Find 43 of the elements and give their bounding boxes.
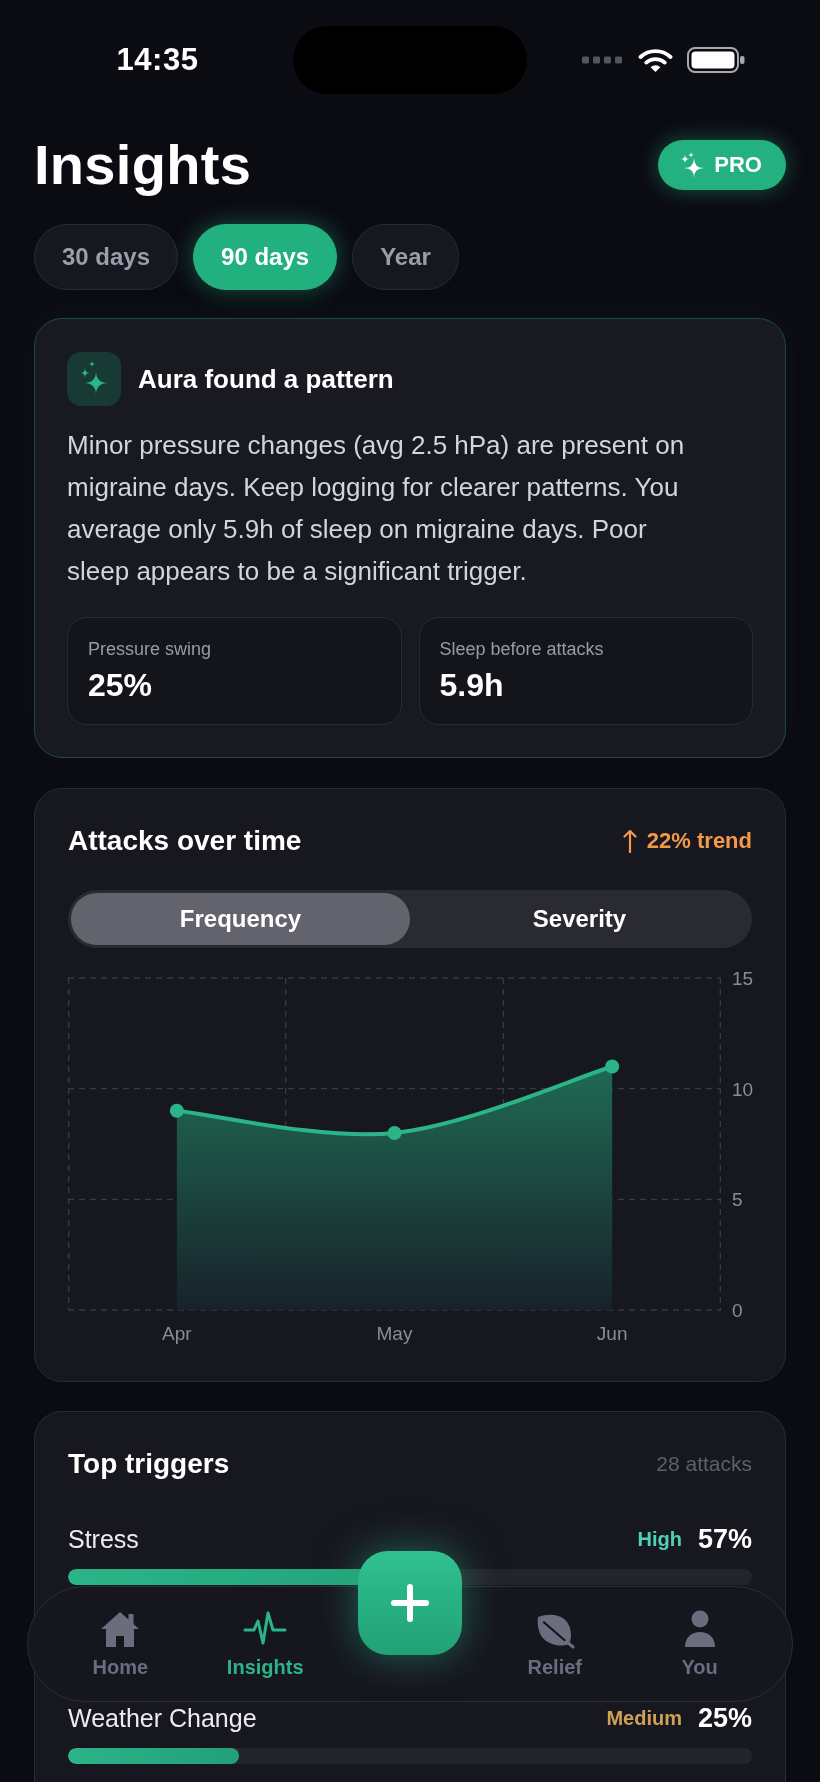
x-axis-label: May <box>376 1323 413 1344</box>
severity-label: Medium <box>606 1706 682 1730</box>
trend-label: 22% trend <box>646 828 752 854</box>
y-axis-label: 5 <box>732 1189 743 1211</box>
x-axis-label: Apr <box>162 1323 192 1344</box>
signal-icon <box>582 56 622 64</box>
range-tab[interactable]: Year <box>352 224 459 290</box>
data-point <box>605 1059 620 1074</box>
plus-icon <box>390 1583 430 1623</box>
data-point <box>387 1125 402 1140</box>
data-point <box>169 1103 184 1118</box>
trigger-percent: 25% <box>697 1702 752 1734</box>
battery-icon <box>687 47 745 73</box>
trigger-percent: 57% <box>697 1523 752 1555</box>
stat-label: Sleep before attacks <box>439 638 605 661</box>
y-axis-label: 0 <box>732 1300 743 1321</box>
page-title: Insights <box>34 132 252 198</box>
stat-value: 25% <box>88 666 154 705</box>
card-title: Attacks over time <box>68 825 302 857</box>
severity-label: High <box>637 1527 682 1551</box>
segment-tab[interactable]: Severity <box>410 893 749 945</box>
nav-tab[interactable]: You <box>667 1603 732 1685</box>
x-axis-label: Jun <box>596 1323 628 1344</box>
range-tab[interactable]: 30 days <box>34 224 179 290</box>
stat-label: Pressure swing <box>88 638 213 661</box>
sparkle-icon <box>67 352 121 406</box>
nav-tab[interactable]: Home <box>82 1603 159 1685</box>
nav-tab[interactable]: Relief <box>517 1603 592 1685</box>
arrow-up-icon <box>622 829 637 853</box>
add-button[interactable] <box>358 1551 462 1655</box>
status-time: 14:35 <box>116 42 199 78</box>
y-axis-label: 10 <box>732 1078 754 1100</box>
nav-tab[interactable]: Insights <box>216 1603 314 1685</box>
stat-value: 5.9h <box>439 666 505 705</box>
trigger-name: Weather Change <box>68 1703 258 1733</box>
segment-tab[interactable]: Frequency <box>71 893 410 945</box>
y-axis-label: 15 <box>732 968 754 989</box>
insight-title: Aura found a pattern <box>138 363 394 395</box>
attack-count: 28 attacks <box>656 1452 752 1476</box>
trigger-name: Stress <box>68 1524 140 1554</box>
insight-text: Minor pressure changes (avg 2.5 hPa) are present on migraine days. Keep logging for clearer patterns. You average only 5.9h of sleep on migraine days. Poor sleep appears to be a significant trigger. <box>67 429 686 588</box>
card-title: Top triggers <box>68 1448 230 1480</box>
wifi-icon <box>638 47 673 73</box>
